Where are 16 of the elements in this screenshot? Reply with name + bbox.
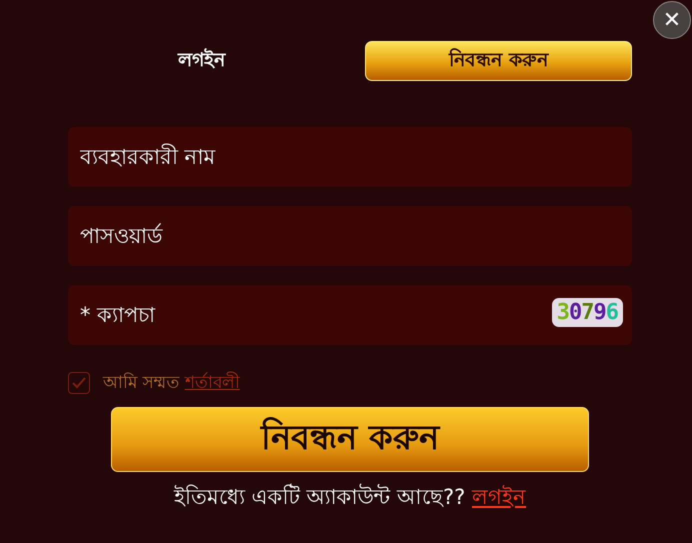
captcha-digit: 9 xyxy=(594,300,606,325)
check-icon xyxy=(71,375,87,391)
captcha-digit: 3 xyxy=(556,300,569,325)
tab[interactable]: লগইন xyxy=(68,41,335,81)
tab[interactable]: নিবন্ধন করুন xyxy=(365,41,632,81)
login-link[interactable]: লগইন xyxy=(472,485,526,509)
checkbox[interactable] xyxy=(68,372,90,394)
register-button[interactable]: নিবন্ধন করুন xyxy=(111,407,589,472)
captcha-digit: 6 xyxy=(606,300,618,325)
captcha-digit: 0 xyxy=(569,300,582,325)
captcha-digit: 7 xyxy=(581,300,594,325)
input-field[interactable]: পাসওয়ার্ড xyxy=(68,206,632,266)
footer-text: ইতিমধ্যে একটি অ্যাকাউন্ট আছে?? লগইন xyxy=(174,485,526,509)
agreement-text: আমি সম্মত শর্তাবলী xyxy=(103,370,240,395)
input-field[interactable]: ব্যবহারকারী নাম xyxy=(68,127,632,187)
close-button[interactable]: ✕ xyxy=(653,1,691,39)
